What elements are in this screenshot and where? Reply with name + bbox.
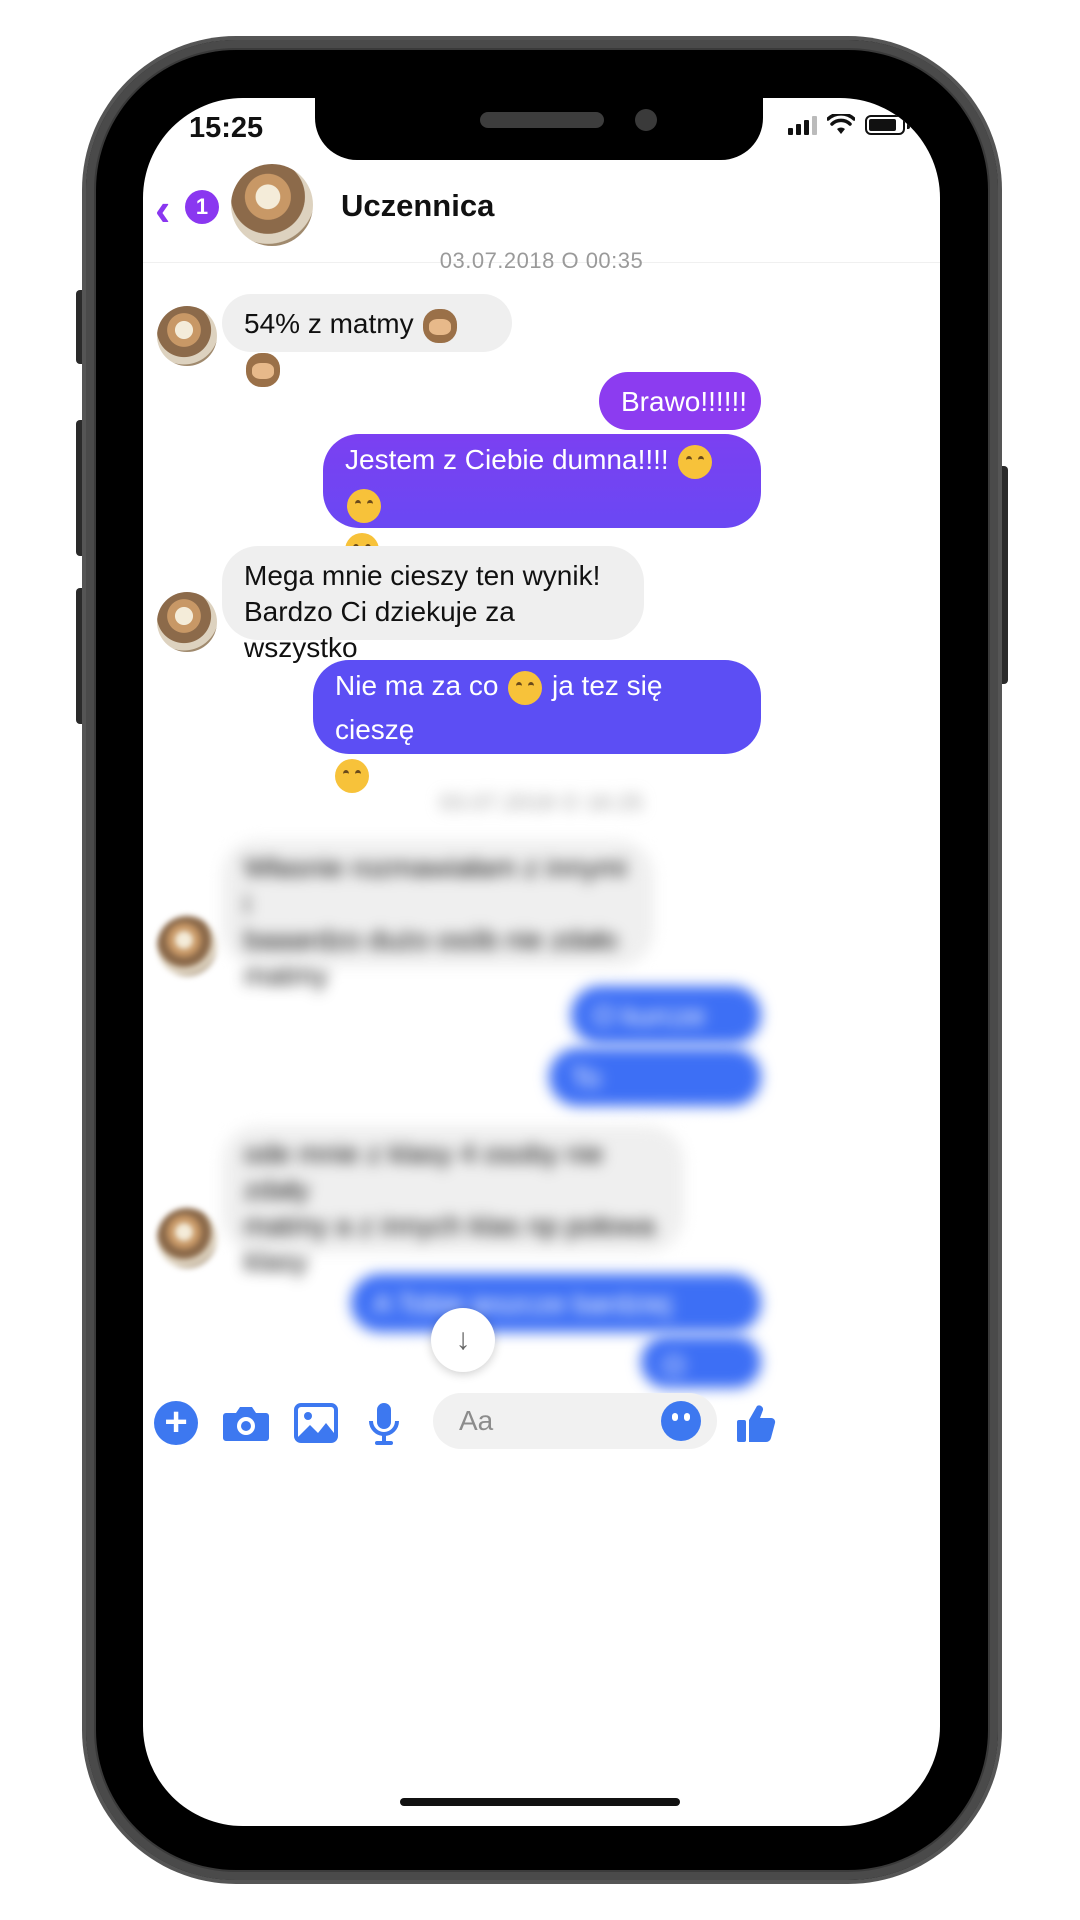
- speaker: [480, 112, 604, 128]
- gallery-button[interactable]: [291, 1398, 341, 1448]
- message-bubble-outgoing[interactable]: O kurcze: [571, 986, 761, 1044]
- chat-header: ‹ 1 Uczennica: [143, 148, 940, 263]
- plus-button[interactable]: +: [151, 1398, 201, 1448]
- like-button[interactable]: [731, 1398, 781, 1448]
- message-text-line: Własnie rozmawiałam z innymi i: [244, 852, 627, 919]
- status-time: 15:25: [189, 112, 264, 144]
- message-bubble-incoming[interactable]: ode mnie z klasy 4 osoby nie zdały matmy…: [222, 1126, 684, 1277]
- contact-avatar[interactable]: [231, 164, 313, 246]
- smiling-face-icon: [508, 670, 543, 705]
- plus-icon: +: [154, 1401, 198, 1445]
- camera-button[interactable]: [221, 1398, 271, 1448]
- message-text: Brawo!!!!!!: [621, 386, 748, 417]
- message-text-line: Bardzo Ci dziekuje za wszystko: [244, 596, 515, 663]
- gallery-icon: [294, 1403, 338, 1443]
- scroll-down-button[interactable]: ↓: [431, 1308, 495, 1372]
- home-indicator: [400, 1798, 680, 1806]
- thumbs-up-icon: [737, 1405, 776, 1443]
- message-input-placeholder: Aa: [459, 1405, 494, 1436]
- signal-icon: [788, 115, 817, 135]
- battery-icon: [865, 115, 905, 135]
- message-bubble-outgoing[interactable]: A Tobie jeszcze bardziej gratuluję: [351, 1274, 761, 1363]
- message-bubble-outgoing[interactable]: Nie ma za co ja tez się cieszę: [313, 660, 761, 793]
- message-text-line: baaardzo dużo osób nie zdało: [244, 924, 618, 955]
- microphone-button[interactable]: [359, 1398, 409, 1448]
- message-bubble-incoming[interactable]: 54% z matmy: [222, 294, 512, 387]
- smiling-face-icon: [347, 488, 381, 523]
- sender-avatar: [157, 1208, 217, 1268]
- emoji-icon[interactable]: [661, 1401, 701, 1441]
- message-text: Jestem z Ciebie dumna!!!!: [345, 444, 669, 475]
- message-timestamp: 03.07.2018 O 16:25: [439, 790, 644, 815]
- wifi-icon: [827, 114, 855, 134]
- message-bubble-outgoing[interactable]: Jestem z Ciebie dumna!!!!: [323, 434, 761, 567]
- microphone-icon: [369, 1403, 399, 1445]
- message-text-line: Mega mnie cieszy ten wynik!: [244, 560, 601, 591]
- message-text-line: matmy: [244, 960, 328, 991]
- unread-badge[interactable]: 1: [185, 190, 219, 224]
- see-no-evil-monkey-icon: [423, 308, 458, 343]
- status-icons: [788, 114, 910, 136]
- back-chevron-icon[interactable]: ‹: [155, 186, 170, 232]
- message-text: 54% z matmy: [244, 308, 414, 339]
- message-text: O kurcze: [593, 1000, 706, 1031]
- smiling-face-icon: [678, 444, 713, 479]
- sender-avatar: [157, 916, 217, 976]
- contact-name[interactable]: Uczennica: [341, 188, 494, 224]
- camera-icon: [223, 1407, 269, 1441]
- message-text-line: matmy a z innych klas np połowa: [244, 1210, 655, 1241]
- message-timestamp: 03.07.2018 O 00:35: [439, 248, 644, 273]
- message-text-line: ode mnie z klasy 4 osoby nie zdały: [244, 1138, 604, 1205]
- message-bubble-outgoing[interactable]: Brawo!!!!!!: [599, 372, 761, 430]
- phone-screen: 15:25 ‹ 1 Uczennica 03.07.2018 O 00:35 5…: [143, 98, 940, 1826]
- message-text: Nie ma za co: [335, 670, 499, 701]
- front-camera: [635, 109, 657, 131]
- sender-avatar: [157, 306, 217, 366]
- message-bubble-incoming[interactable]: Mega mnie cieszy ten wynik! Bardzo Ci dz…: [222, 546, 644, 663]
- message-bubble-incoming[interactable]: Własnie rozmawiałam z innymi i baaardzo …: [222, 840, 654, 991]
- message-bubble-outgoing[interactable]: To współczuję: [549, 1048, 761, 1137]
- message-text-line: klasy: [244, 1246, 308, 1277]
- message-text: A Tobie jeszcze bardziej gratuluję: [373, 1288, 672, 1363]
- arrow-down-icon: ↓: [455, 1323, 471, 1356]
- grinning-face-icon: [335, 758, 369, 793]
- message-input[interactable]: Aa: [433, 1393, 717, 1449]
- sender-avatar: [157, 592, 217, 652]
- message-composer: + Aa: [143, 1378, 940, 1478]
- see-no-evil-monkey-icon: [246, 352, 280, 387]
